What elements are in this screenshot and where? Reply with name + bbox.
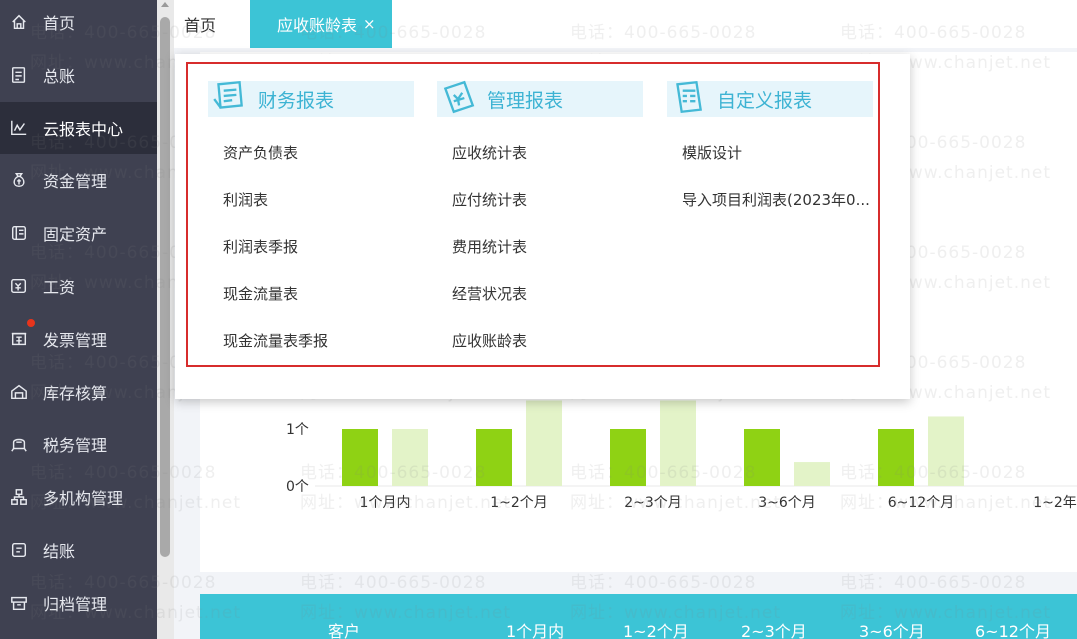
scroll-thumb[interactable] bbox=[160, 17, 170, 557]
sidebar-item-6[interactable]: 发票管理 bbox=[0, 313, 157, 365]
menu-item[interactable]: 应收统计表 bbox=[452, 142, 527, 163]
checkout-icon bbox=[9, 540, 29, 560]
bar-series0-0[interactable] bbox=[342, 429, 378, 486]
menu-item[interactable]: 利润表 bbox=[223, 189, 268, 210]
menu-item[interactable]: 利润表季报 bbox=[223, 236, 298, 257]
sidebar-item-10[interactable]: 结账 bbox=[0, 524, 157, 576]
sidebar-item-1[interactable]: 总账 bbox=[0, 49, 157, 101]
x-tick-label: 1个月内 bbox=[360, 495, 411, 511]
sidebar-nav: 首页总账云报表中心资金管理固定资产工资发票管理库存核算税务管理多机构管理结账归档… bbox=[0, 0, 157, 639]
sidebar-item-label: 工资 bbox=[43, 278, 76, 297]
sidebar-item-8[interactable]: 税务管理 bbox=[0, 418, 157, 470]
menu-column-header-0: 财务报表 bbox=[208, 78, 414, 117]
chart-line-icon bbox=[9, 118, 29, 138]
table-column-header: 1~2个月 bbox=[623, 622, 689, 639]
ledger-icon bbox=[9, 65, 29, 85]
sidebar-item-11[interactable]: 归档管理 bbox=[0, 577, 157, 629]
sidebar-item-label: 库存核算 bbox=[43, 383, 108, 403]
notification-dot bbox=[27, 318, 35, 327]
table-column-header: 客户 bbox=[328, 622, 361, 639]
menu-column-title: 管理报表 bbox=[487, 89, 564, 112]
sidebar-item-5[interactable]: 工资 bbox=[0, 260, 157, 312]
sidebar-item-label: 首页 bbox=[43, 14, 76, 33]
tab-home[interactable]: 首页 bbox=[184, 0, 216, 48]
asset-icon bbox=[9, 223, 29, 243]
money-bag-icon bbox=[9, 170, 29, 190]
sidebar-item-label: 总账 bbox=[43, 66, 76, 86]
y-tick-label: 0个 bbox=[286, 479, 309, 495]
bar-series1-3[interactable] bbox=[794, 462, 830, 486]
home-icon bbox=[9, 12, 29, 32]
x-tick-label: 2~3个月 bbox=[624, 495, 682, 511]
x-tick-label: 1~2年 bbox=[1033, 495, 1077, 511]
report-menu-popup: 财务报表资产负债表利润表利润表季报现金流量表现金流量表季报 管理报表应收统计表应付… bbox=[175, 54, 910, 399]
bar-series1-2[interactable] bbox=[660, 400, 696, 487]
salary-icon bbox=[9, 276, 29, 296]
invoice-icon bbox=[9, 329, 29, 349]
sidebar-item-label: 结账 bbox=[43, 542, 76, 561]
sidebar-item-3[interactable]: 资金管理 bbox=[0, 154, 157, 206]
sidebar-item-label: 发票管理 bbox=[43, 330, 108, 350]
sidebar-item-9[interactable]: 多机构管理 bbox=[0, 471, 157, 523]
sidebar-item-label: 云报表中心 bbox=[43, 119, 124, 139]
close-icon[interactable]: × bbox=[363, 15, 376, 33]
x-tick-label: 3~6个月 bbox=[758, 495, 816, 511]
sidebar-item-label: 资金管理 bbox=[43, 172, 108, 192]
org-icon bbox=[9, 487, 29, 507]
sidebar-item-label: 归档管理 bbox=[43, 594, 108, 614]
bar-series1-4[interactable] bbox=[928, 416, 964, 486]
table-header: 客户 1个月内 1~2个月 2~3个月 3~6个月 6~12个月 bbox=[200, 594, 1077, 639]
menu-item[interactable]: 费用统计表 bbox=[452, 236, 527, 257]
finance-report-icon bbox=[210, 78, 248, 112]
custom-report-icon bbox=[669, 78, 707, 114]
table-column-header: 6~12个月 bbox=[975, 622, 1051, 639]
bar-series0-2[interactable] bbox=[610, 429, 646, 486]
tab-home-label: 首页 bbox=[184, 16, 217, 35]
scroll-up-arrow[interactable] bbox=[161, 2, 169, 7]
table-column-header: 1个月内 bbox=[506, 622, 565, 639]
sidebar-item-7[interactable]: 库存核算 bbox=[0, 366, 157, 418]
menu-item[interactable]: 经营状况表 bbox=[452, 283, 527, 304]
bar-series0-4[interactable] bbox=[878, 429, 914, 486]
y-tick-label: 1个 bbox=[286, 422, 309, 438]
bar-series0-3[interactable] bbox=[744, 429, 780, 486]
menu-item[interactable]: 模版设计 bbox=[682, 142, 742, 163]
sidebar-item-4[interactable]: 固定资产 bbox=[0, 207, 157, 259]
menu-column-header-1: 管理报表 bbox=[437, 78, 643, 117]
sidebar-item-label: 税务管理 bbox=[43, 436, 108, 456]
tab-receivable-aging[interactable]: 应收账龄表 × bbox=[250, 0, 392, 48]
tab-bar: 首页 应收账龄表 × bbox=[174, 0, 1077, 48]
menu-item[interactable]: 导入项目利润表(2023年0... bbox=[682, 189, 870, 210]
bar-series1-1[interactable] bbox=[526, 400, 562, 487]
sidebar-item-label: 固定资产 bbox=[43, 225, 108, 245]
menu-item[interactable]: 现金流量表季报 bbox=[223, 330, 328, 351]
menu-column-header-2: 自定义报表 bbox=[667, 78, 873, 117]
archive-icon bbox=[9, 593, 29, 613]
sidebar-item-0[interactable]: 首页 bbox=[0, 0, 157, 48]
x-tick-label: 1~2个月 bbox=[490, 495, 548, 511]
tax-icon bbox=[9, 434, 29, 454]
menu-item[interactable]: 资产负债表 bbox=[223, 142, 298, 163]
table-column-header: 3~6个月 bbox=[859, 622, 925, 639]
bar-series0-1[interactable] bbox=[476, 429, 512, 486]
management-report-icon bbox=[439, 78, 477, 114]
menu-column-title: 财务报表 bbox=[258, 89, 335, 112]
sidebar-item-2[interactable]: 云报表中心 bbox=[0, 101, 157, 154]
bar-series1-0[interactable] bbox=[392, 429, 428, 486]
sidebar-scrollbar[interactable] bbox=[157, 0, 174, 639]
menu-item[interactable]: 应付统计表 bbox=[452, 189, 527, 210]
sidebar-item-label: 多机构管理 bbox=[43, 489, 124, 509]
menu-item[interactable]: 现金流量表 bbox=[223, 283, 298, 304]
table-column-header: 2~3个月 bbox=[741, 622, 807, 639]
menu-column-title: 自定义报表 bbox=[717, 89, 813, 112]
menu-item[interactable]: 应收账龄表 bbox=[452, 330, 527, 351]
tab-active-label: 应收账龄表 bbox=[277, 16, 358, 35]
warehouse-icon bbox=[9, 382, 29, 402]
x-tick-label: 6~12个月 bbox=[888, 495, 954, 511]
